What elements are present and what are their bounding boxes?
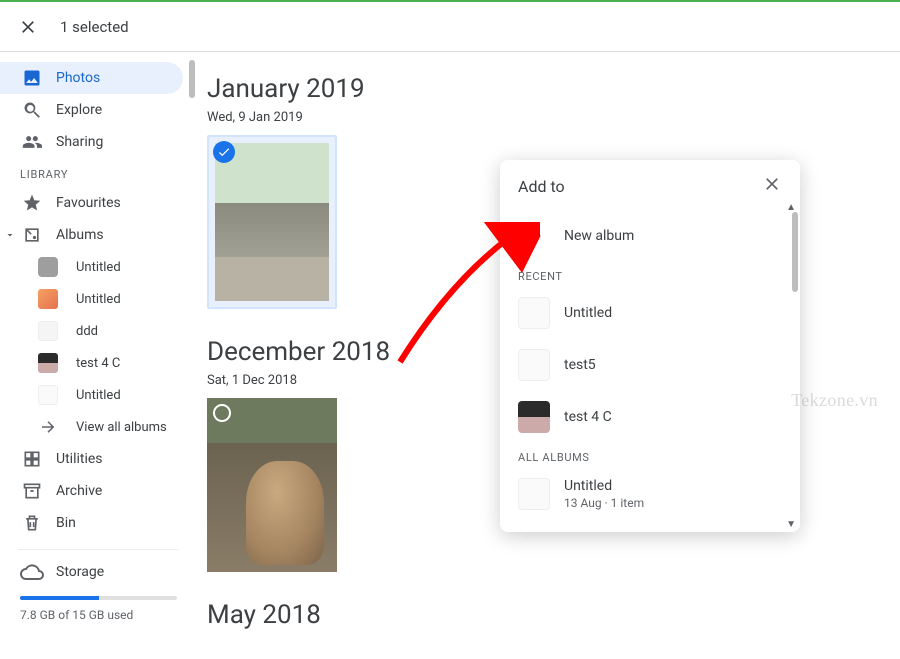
search-icon (20, 98, 44, 122)
sidebar-view-all-albums[interactable]: View all albums (0, 411, 197, 443)
library-section-label: LIBRARY (0, 158, 197, 187)
dialog-scrollbar[interactable] (792, 212, 798, 292)
close-icon[interactable] (16, 15, 40, 39)
sidebar-album-item[interactable]: Untitled (0, 283, 197, 315)
sidebar-album-item[interactable]: test 4 C (0, 347, 197, 379)
sidebar-item-label: Explore (56, 102, 102, 118)
sidebar-album-item[interactable]: Untitled (0, 379, 197, 411)
sidebar-album-item[interactable]: Untitled (0, 251, 197, 283)
plus-icon (518, 220, 550, 252)
album-option[interactable]: Untitled (500, 287, 800, 339)
sidebar-item-photos[interactable]: Photos (0, 62, 183, 94)
month-heading: May 2018 (207, 600, 900, 630)
sidebar-item-label: Albums (56, 227, 104, 243)
sidebar-item-label: Utilities (56, 451, 103, 467)
album-option[interactable]: Untitled 13 Aug · 1 item (500, 468, 800, 520)
new-album-label: New album (564, 228, 634, 244)
album-label: test 4 C (76, 356, 120, 371)
close-icon[interactable] (762, 174, 782, 198)
sidebar-item-label: Bin (56, 515, 76, 531)
sidebar-item-archive[interactable]: Archive (0, 475, 183, 507)
sidebar-item-label: Archive (56, 483, 102, 499)
chevron-down-icon (4, 229, 16, 241)
dialog-body: New album RECENT Untitled test5 test 4 C… (500, 210, 800, 532)
selected-count: 1 selected (60, 18, 129, 36)
album-option-label: Untitled (564, 305, 612, 321)
album-option[interactable]: test5 (500, 339, 800, 391)
people-icon (20, 130, 44, 154)
date-subheading: Wed, 9 Jan 2019 (207, 110, 900, 125)
album-label: Untitled (76, 388, 121, 403)
album-option-label: test 4 C (564, 409, 612, 425)
sidebar-scrollbar[interactable] (189, 60, 195, 98)
sidebar-album-item[interactable]: ddd (0, 315, 197, 347)
add-to-dialog: Add to ▲ New album RECENT Untitled test5… (500, 160, 800, 532)
all-albums-section-label: ALL ALBUMS (500, 443, 800, 468)
sidebar-item-label: Photos (56, 70, 100, 86)
sidebar-item-sharing[interactable]: Sharing (0, 126, 183, 158)
sidebar: Photos Explore Sharing LIBRARY Favourite… (0, 52, 197, 659)
album-label: ddd (76, 324, 98, 339)
album-option[interactable]: test 4 C (500, 391, 800, 443)
arrow-right-icon (39, 418, 57, 436)
album-option-sub: 13 Aug · 1 item (564, 496, 644, 510)
utilities-icon (20, 447, 44, 471)
album-icon (20, 223, 44, 247)
selection-header: 1 selected (0, 2, 900, 52)
watermark: Tekzone.vn (791, 390, 878, 411)
sidebar-item-storage[interactable]: Storage (20, 560, 177, 584)
new-album-button[interactable]: New album (500, 210, 800, 262)
month-heading: January 2019 (207, 74, 900, 104)
album-option-label: test5 (564, 357, 596, 373)
archive-icon (20, 479, 44, 503)
scroll-down-icon[interactable]: ▼ (786, 519, 796, 530)
photo-thumbnail[interactable] (207, 398, 337, 572)
album-label: Untitled (76, 292, 121, 307)
album-option-label: Untitled (564, 478, 644, 494)
view-all-label: View all albums (76, 420, 167, 435)
dialog-title: Add to (518, 177, 565, 196)
sidebar-item-label: Favourites (56, 195, 121, 211)
cloud-icon (20, 560, 44, 584)
sidebar-item-albums[interactable]: Albums (0, 219, 183, 251)
selected-check-icon[interactable] (213, 141, 235, 163)
sidebar-item-favourites[interactable]: Favourites (0, 187, 183, 219)
storage-label: Storage (56, 564, 104, 580)
sidebar-item-bin[interactable]: Bin (0, 507, 183, 539)
recent-section-label: RECENT (500, 262, 800, 287)
sidebar-item-explore[interactable]: Explore (0, 94, 183, 126)
select-ring-icon[interactable] (213, 404, 231, 422)
sidebar-item-utilities[interactable]: Utilities (0, 443, 183, 475)
sidebar-item-label: Sharing (56, 134, 103, 150)
photo-icon (20, 66, 44, 90)
trash-icon (20, 511, 44, 535)
star-icon (20, 191, 44, 215)
storage-used-text: 7.8 GB of 15 GB used (20, 608, 177, 622)
photo-thumbnail[interactable] (207, 135, 337, 309)
album-label: Untitled (76, 260, 121, 275)
storage-section: Storage 7.8 GB of 15 GB used (0, 550, 197, 628)
storage-progress (20, 596, 177, 600)
